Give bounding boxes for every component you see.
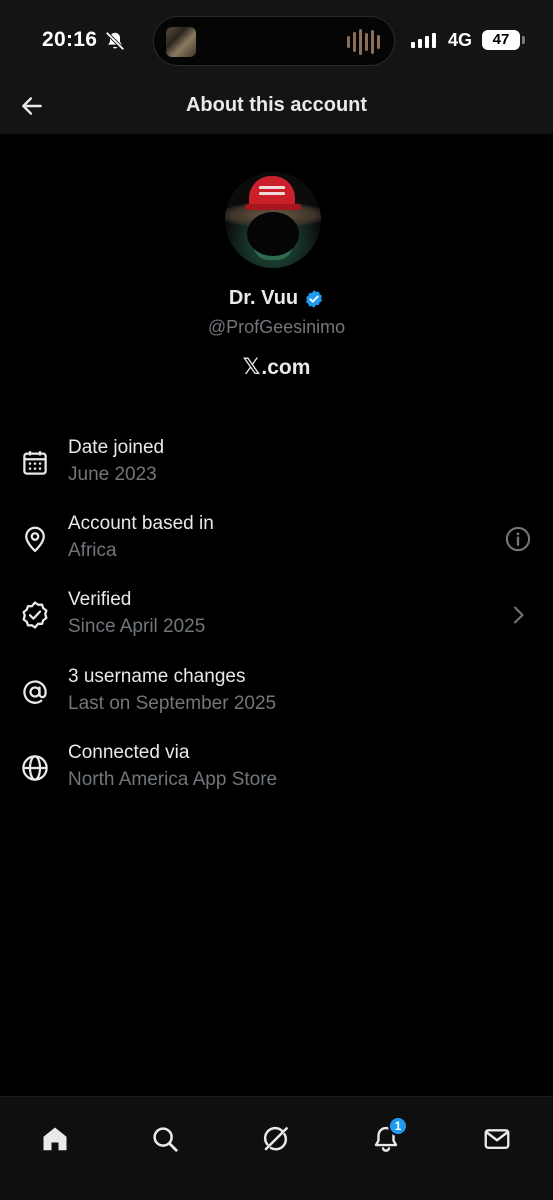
globe-icon xyxy=(22,755,48,781)
nav-messages[interactable] xyxy=(469,1111,525,1167)
info-row-verified[interactable]: Verified Since April 2025 xyxy=(0,584,553,644)
home-icon xyxy=(43,1127,67,1151)
now-playing-artwork xyxy=(166,27,196,57)
info-icon xyxy=(505,526,531,552)
grok-icon xyxy=(263,1126,288,1151)
info-title: Connected via xyxy=(68,742,190,763)
page-title: About this account xyxy=(185,94,368,116)
audio-waveform-icon xyxy=(347,29,380,55)
nav-home[interactable] xyxy=(27,1111,83,1167)
avatar-face xyxy=(247,212,299,256)
verified-badge-icon xyxy=(306,289,323,308)
username-handle: @ProfGeesinimo xyxy=(207,317,346,337)
info-subtitle: North America App Store xyxy=(68,769,278,790)
x-logo-icon: 𝕏 xyxy=(242,355,261,380)
info-title: Verified xyxy=(68,589,132,610)
notification-count-badge: 1 xyxy=(388,1116,408,1136)
chevron-right-icon xyxy=(514,606,524,624)
info-subtitle: Since April 2025 xyxy=(68,616,206,637)
verified-details-button[interactable] xyxy=(503,600,533,630)
verified-seal-icon xyxy=(22,601,48,629)
info-title: Date joined xyxy=(68,437,165,458)
info-row-date-joined: Date joined June 2023 xyxy=(0,432,553,492)
info-row-account-location: Account based in Africa xyxy=(0,508,553,568)
battery-tip xyxy=(522,36,525,44)
info-row-connected-via: Connected via North America App Store xyxy=(0,737,553,797)
avatar-cap-brim xyxy=(245,204,301,210)
search-icon xyxy=(153,1127,178,1152)
messages-icon xyxy=(484,1129,510,1149)
info-title: 3 username changes xyxy=(68,666,246,687)
site-label: .com xyxy=(261,355,311,379)
nav-grok[interactable] xyxy=(248,1111,304,1167)
bell-off-icon xyxy=(105,31,125,51)
bottom-nav: 1 xyxy=(0,1096,553,1200)
location-pin-icon xyxy=(25,526,45,552)
screen: 20:16 4G 47 About this account Dr. Vuu @… xyxy=(0,0,553,1200)
status-time: 20:16 xyxy=(42,28,98,51)
network-type: 4G xyxy=(448,30,473,50)
calendar-icon xyxy=(23,451,47,475)
info-subtitle: Last on September 2025 xyxy=(68,693,277,714)
avatar-cap-text xyxy=(259,186,285,189)
info-title: Account based in xyxy=(68,513,214,534)
battery-level: 47 xyxy=(482,30,520,50)
info-row-username-changes: 3 username changes Last on September 202… xyxy=(0,661,553,721)
info-subtitle: Africa xyxy=(68,540,117,561)
at-sign-icon xyxy=(23,680,47,704)
dynamic-island[interactable] xyxy=(153,16,395,66)
display-name-row: Dr. Vuu xyxy=(0,287,553,310)
status-bar: 20:16 4G 47 xyxy=(0,0,553,80)
display-name: Dr. Vuu xyxy=(228,287,299,309)
signal-strength-icon xyxy=(411,32,436,48)
nav-search[interactable] xyxy=(137,1111,193,1167)
site-link[interactable]: 𝕏 .com xyxy=(0,355,553,380)
nav-notifications[interactable]: 1 xyxy=(358,1111,414,1167)
avatar[interactable] xyxy=(225,172,321,268)
location-info-button[interactable] xyxy=(503,524,533,554)
info-subtitle: June 2023 xyxy=(68,464,157,485)
header: About this account xyxy=(0,80,553,134)
